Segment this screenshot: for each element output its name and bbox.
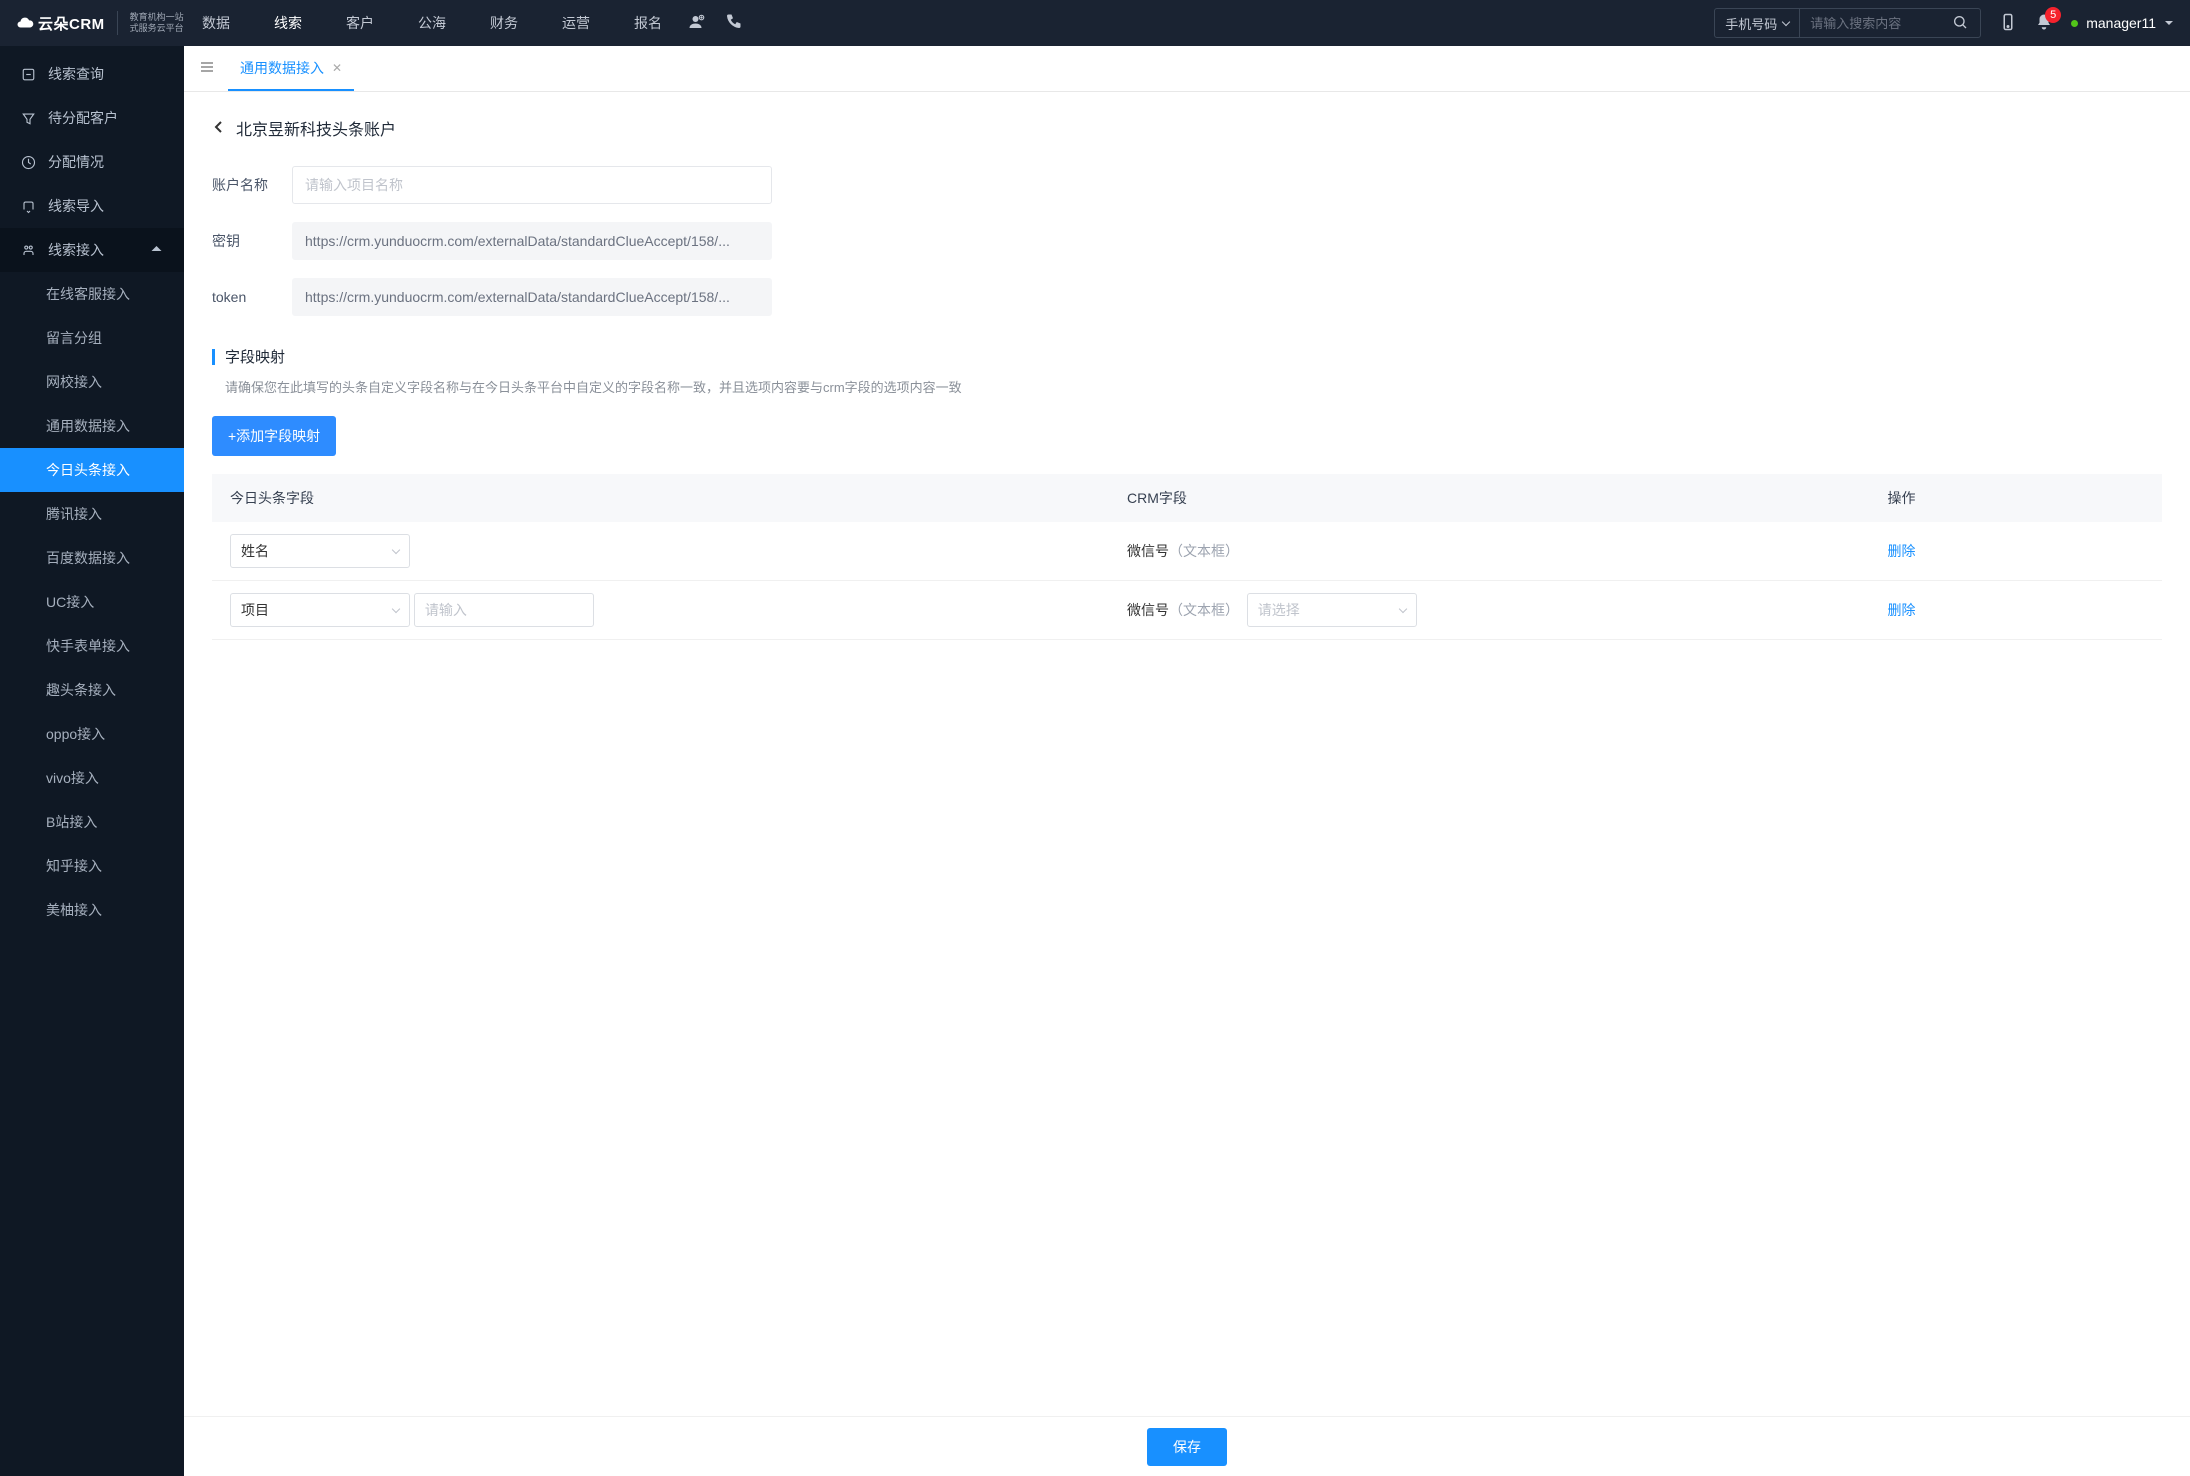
sidebar-sub-14[interactable]: 美柚接入 — [0, 888, 184, 932]
sidebar-sub-2[interactable]: 网校接入 — [0, 360, 184, 404]
global-search: 手机号码 — [1714, 8, 1981, 38]
chevron-down-icon — [2164, 18, 2174, 28]
chevron-left-icon — [212, 120, 226, 134]
sidebar-sub-3[interactable]: 通用数据接入 — [0, 404, 184, 448]
page-title: 北京昱新科技头条账户 — [236, 116, 396, 140]
sidebar-item-1[interactable]: 待分配客户 — [0, 96, 184, 140]
nav-item-6[interactable]: 报名 — [616, 0, 680, 46]
token-label: token — [212, 289, 292, 305]
sidebar: 线索查询待分配客户分配情况线索导入线索接入在线客服接入留言分组网校接入通用数据接… — [0, 46, 184, 1476]
crm-field-label: 微信号 — [1127, 602, 1169, 618]
user-menu[interactable]: manager11 — [2071, 15, 2174, 31]
save-button[interactable]: 保存 — [1147, 1428, 1227, 1466]
notifications[interactable]: 5 — [2035, 13, 2053, 34]
sidebar-icon — [20, 111, 36, 126]
sidebar-sub-0[interactable]: 在线客服接入 — [0, 272, 184, 316]
add-field-mapping-button[interactable]: +添加字段映射 — [212, 416, 336, 456]
col-2: 操作 — [1870, 474, 2163, 522]
page-header: 北京昱新科技头条账户 — [212, 116, 2162, 140]
logo-area: 云朵CRM 教育机构一站 式服务云平台 — [16, 11, 184, 35]
phone-call-icon[interactable] — [724, 13, 742, 34]
nav-item-2[interactable]: 客户 — [328, 0, 392, 46]
username: manager11 — [2086, 15, 2156, 31]
tab-close[interactable]: ✕ — [332, 61, 342, 75]
sidebar-icon — [20, 155, 36, 170]
nav-item-5[interactable]: 运营 — [544, 0, 608, 46]
delete-row-link[interactable]: 删除 — [1888, 543, 1916, 559]
nav-item-1[interactable]: 线索 — [256, 0, 320, 46]
chevron-up-icon — [149, 241, 164, 256]
mapping-table: 今日头条字段CRM字段操作 姓名微信号（文本框）删除项目 微信号（文本框） 请选… — [212, 474, 2162, 640]
sidebar-sub-10[interactable]: oppo接入 — [0, 712, 184, 756]
sidebar-sub-12[interactable]: B站接入 — [0, 800, 184, 844]
mobile-icon[interactable] — [1999, 13, 2017, 34]
top-nav: 数据线索客户公海财务运营报名 — [184, 0, 680, 46]
header-toolbar-icons — [688, 13, 742, 34]
search-type-select[interactable]: 手机号码 — [1715, 9, 1800, 37]
search-icon — [1952, 14, 1968, 30]
menu-icon — [200, 60, 214, 74]
crm-field-label: 微信号 — [1127, 543, 1169, 559]
sidebar-sub-6[interactable]: 百度数据接入 — [0, 536, 184, 580]
user-add-icon[interactable] — [688, 13, 706, 34]
crm-field-type: （文本框） — [1169, 543, 1239, 559]
sidebar-icon — [20, 243, 36, 258]
tab-0[interactable]: 通用数据接入✕ — [228, 46, 354, 91]
top-header: 云朵CRM 教育机构一站 式服务云平台 数据线索客户公海财务运营报名 手机号码 … — [0, 0, 2190, 46]
logo-subtitle: 教育机构一站 式服务云平台 — [130, 12, 184, 34]
search-button[interactable] — [1940, 14, 1980, 33]
tt-field-select[interactable]: 姓名 — [230, 534, 410, 568]
sidebar-sub-8[interactable]: 快手表单接入 — [0, 624, 184, 668]
crm-field-select[interactable]: 请选择 — [1247, 593, 1417, 627]
token-input[interactable] — [292, 278, 772, 316]
table-row: 项目 微信号（文本框） 请选择 删除 — [212, 581, 2162, 640]
sidebar-sub-7[interactable]: UC接入 — [0, 580, 184, 624]
secret-input[interactable] — [292, 222, 772, 260]
search-input[interactable] — [1800, 16, 1940, 31]
tt-field-extra-input[interactable] — [414, 593, 594, 627]
header-right: 手机号码 5 manager11 — [1714, 8, 2174, 38]
nav-item-3[interactable]: 公海 — [400, 0, 464, 46]
page-content: 北京昱新科技头条账户 账户名称 密钥 token 字段映射 请确保您在此填写的头… — [184, 92, 2190, 1476]
tt-field-select[interactable]: 项目 — [230, 593, 410, 627]
main-area: 通用数据接入✕ 北京昱新科技头条账户 账户名称 密钥 token — [184, 46, 2190, 1476]
logo: 云朵CRM — [16, 13, 105, 34]
nav-item-4[interactable]: 财务 — [472, 0, 536, 46]
notification-badge: 5 — [2045, 7, 2061, 23]
account-name-input[interactable] — [292, 166, 772, 204]
tab-bar: 通用数据接入✕ — [184, 46, 2190, 92]
sidebar-item-3[interactable]: 线索导入 — [0, 184, 184, 228]
back-button[interactable] — [212, 120, 226, 137]
footer-bar: 保存 — [184, 1416, 2190, 1476]
delete-row-link[interactable]: 删除 — [1888, 602, 1916, 618]
cloud-icon — [16, 14, 34, 32]
crm-field-type: （文本框） — [1169, 602, 1239, 618]
sidebar-sub-13[interactable]: 知乎接入 — [0, 844, 184, 888]
status-dot — [2071, 20, 2078, 27]
sidebar-sub-1[interactable]: 留言分组 — [0, 316, 184, 360]
sidebar-sub-4[interactable]: 今日头条接入 — [0, 448, 184, 492]
secret-label: 密钥 — [212, 231, 292, 251]
tab-menu-toggle[interactable] — [192, 54, 222, 83]
sidebar-item-0[interactable]: 线索查询 — [0, 52, 184, 96]
col-1: CRM字段 — [1109, 474, 1870, 522]
sidebar-item-2[interactable]: 分配情况 — [0, 140, 184, 184]
account-name-label: 账户名称 — [212, 175, 292, 195]
sidebar-icon — [20, 67, 36, 82]
nav-item-0[interactable]: 数据 — [184, 0, 248, 46]
table-row: 姓名 微信号（文本框） 删除 — [212, 522, 2162, 581]
sidebar-sub-5[interactable]: 腾讯接入 — [0, 492, 184, 536]
sidebar-item-4[interactable]: 线索接入 — [0, 228, 184, 272]
sidebar-sub-9[interactable]: 趣头条接入 — [0, 668, 184, 712]
col-0: 今日头条字段 — [212, 474, 1109, 522]
mapping-hint: 请确保您在此填写的头条自定义字段名称与在今日头条平台中自定义的字段名称一致，并且… — [212, 377, 2162, 396]
sidebar-sub-11[interactable]: vivo接入 — [0, 756, 184, 800]
mapping-section-title: 字段映射 — [212, 346, 2162, 367]
sidebar-icon — [20, 199, 36, 214]
